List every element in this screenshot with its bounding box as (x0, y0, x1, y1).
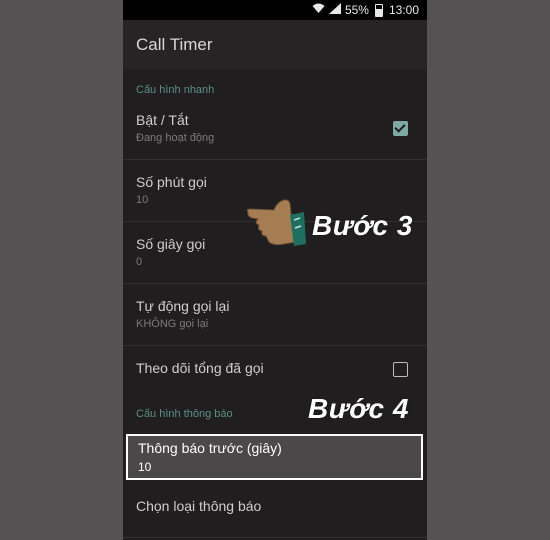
pointing-hand-icon (244, 198, 308, 257)
section-header-notify: Cấu hình thông báo (136, 408, 233, 420)
battery-icon (374, 3, 383, 17)
section-header-quick: Cấu hình nhanh (136, 84, 215, 96)
toggle-checkbox[interactable] (393, 121, 408, 136)
track-total-checkbox[interactable] (393, 362, 408, 377)
battery-percent: 55% (344, 3, 369, 17)
pref-toggle-summary: Đang hoạt động (136, 132, 215, 144)
pref-advance-notice-summary: 10 (138, 460, 152, 474)
pref-toggle[interactable]: Bật / Tắt Đang hoạt động (123, 112, 427, 160)
pref-track-total-title: Theo dõi tổng đã gọi (136, 360, 264, 376)
pref-notify-type-title: Chọn loại thông báo (136, 498, 262, 514)
app-bar: Call Timer (123, 20, 427, 70)
step-3-label: Bước 3 (312, 210, 413, 241)
wifi-icon (312, 3, 325, 17)
pref-advance-notice-highlighted[interactable]: Thông báo trước (giây) 10 (126, 434, 423, 480)
pref-advance-notice-title: Thông báo trước (giây) (138, 440, 282, 456)
pref-redial-summary: KHÔNG gọi lại (136, 318, 209, 330)
step-4-label: Bước 4 (308, 393, 409, 424)
pref-notify-type[interactable]: Chọn loại thông báo (123, 498, 427, 538)
pref-redial[interactable]: Tự động gọi lại KHÔNG gọi lại (123, 298, 427, 346)
status-bar: 55% 13:00 (123, 0, 427, 20)
pref-seconds-summary: 0 (136, 256, 143, 268)
signal-icon (328, 3, 341, 17)
clock: 13:00 (388, 3, 419, 17)
pref-track-total[interactable]: Theo dõi tổng đã gọi (123, 360, 427, 396)
pref-redial-title: Tự động gọi lại (136, 298, 230, 314)
pref-toggle-title: Bật / Tắt (136, 112, 189, 128)
app-title: Call Timer (136, 35, 213, 54)
pref-minutes-title: Số phút gọi (136, 174, 207, 190)
